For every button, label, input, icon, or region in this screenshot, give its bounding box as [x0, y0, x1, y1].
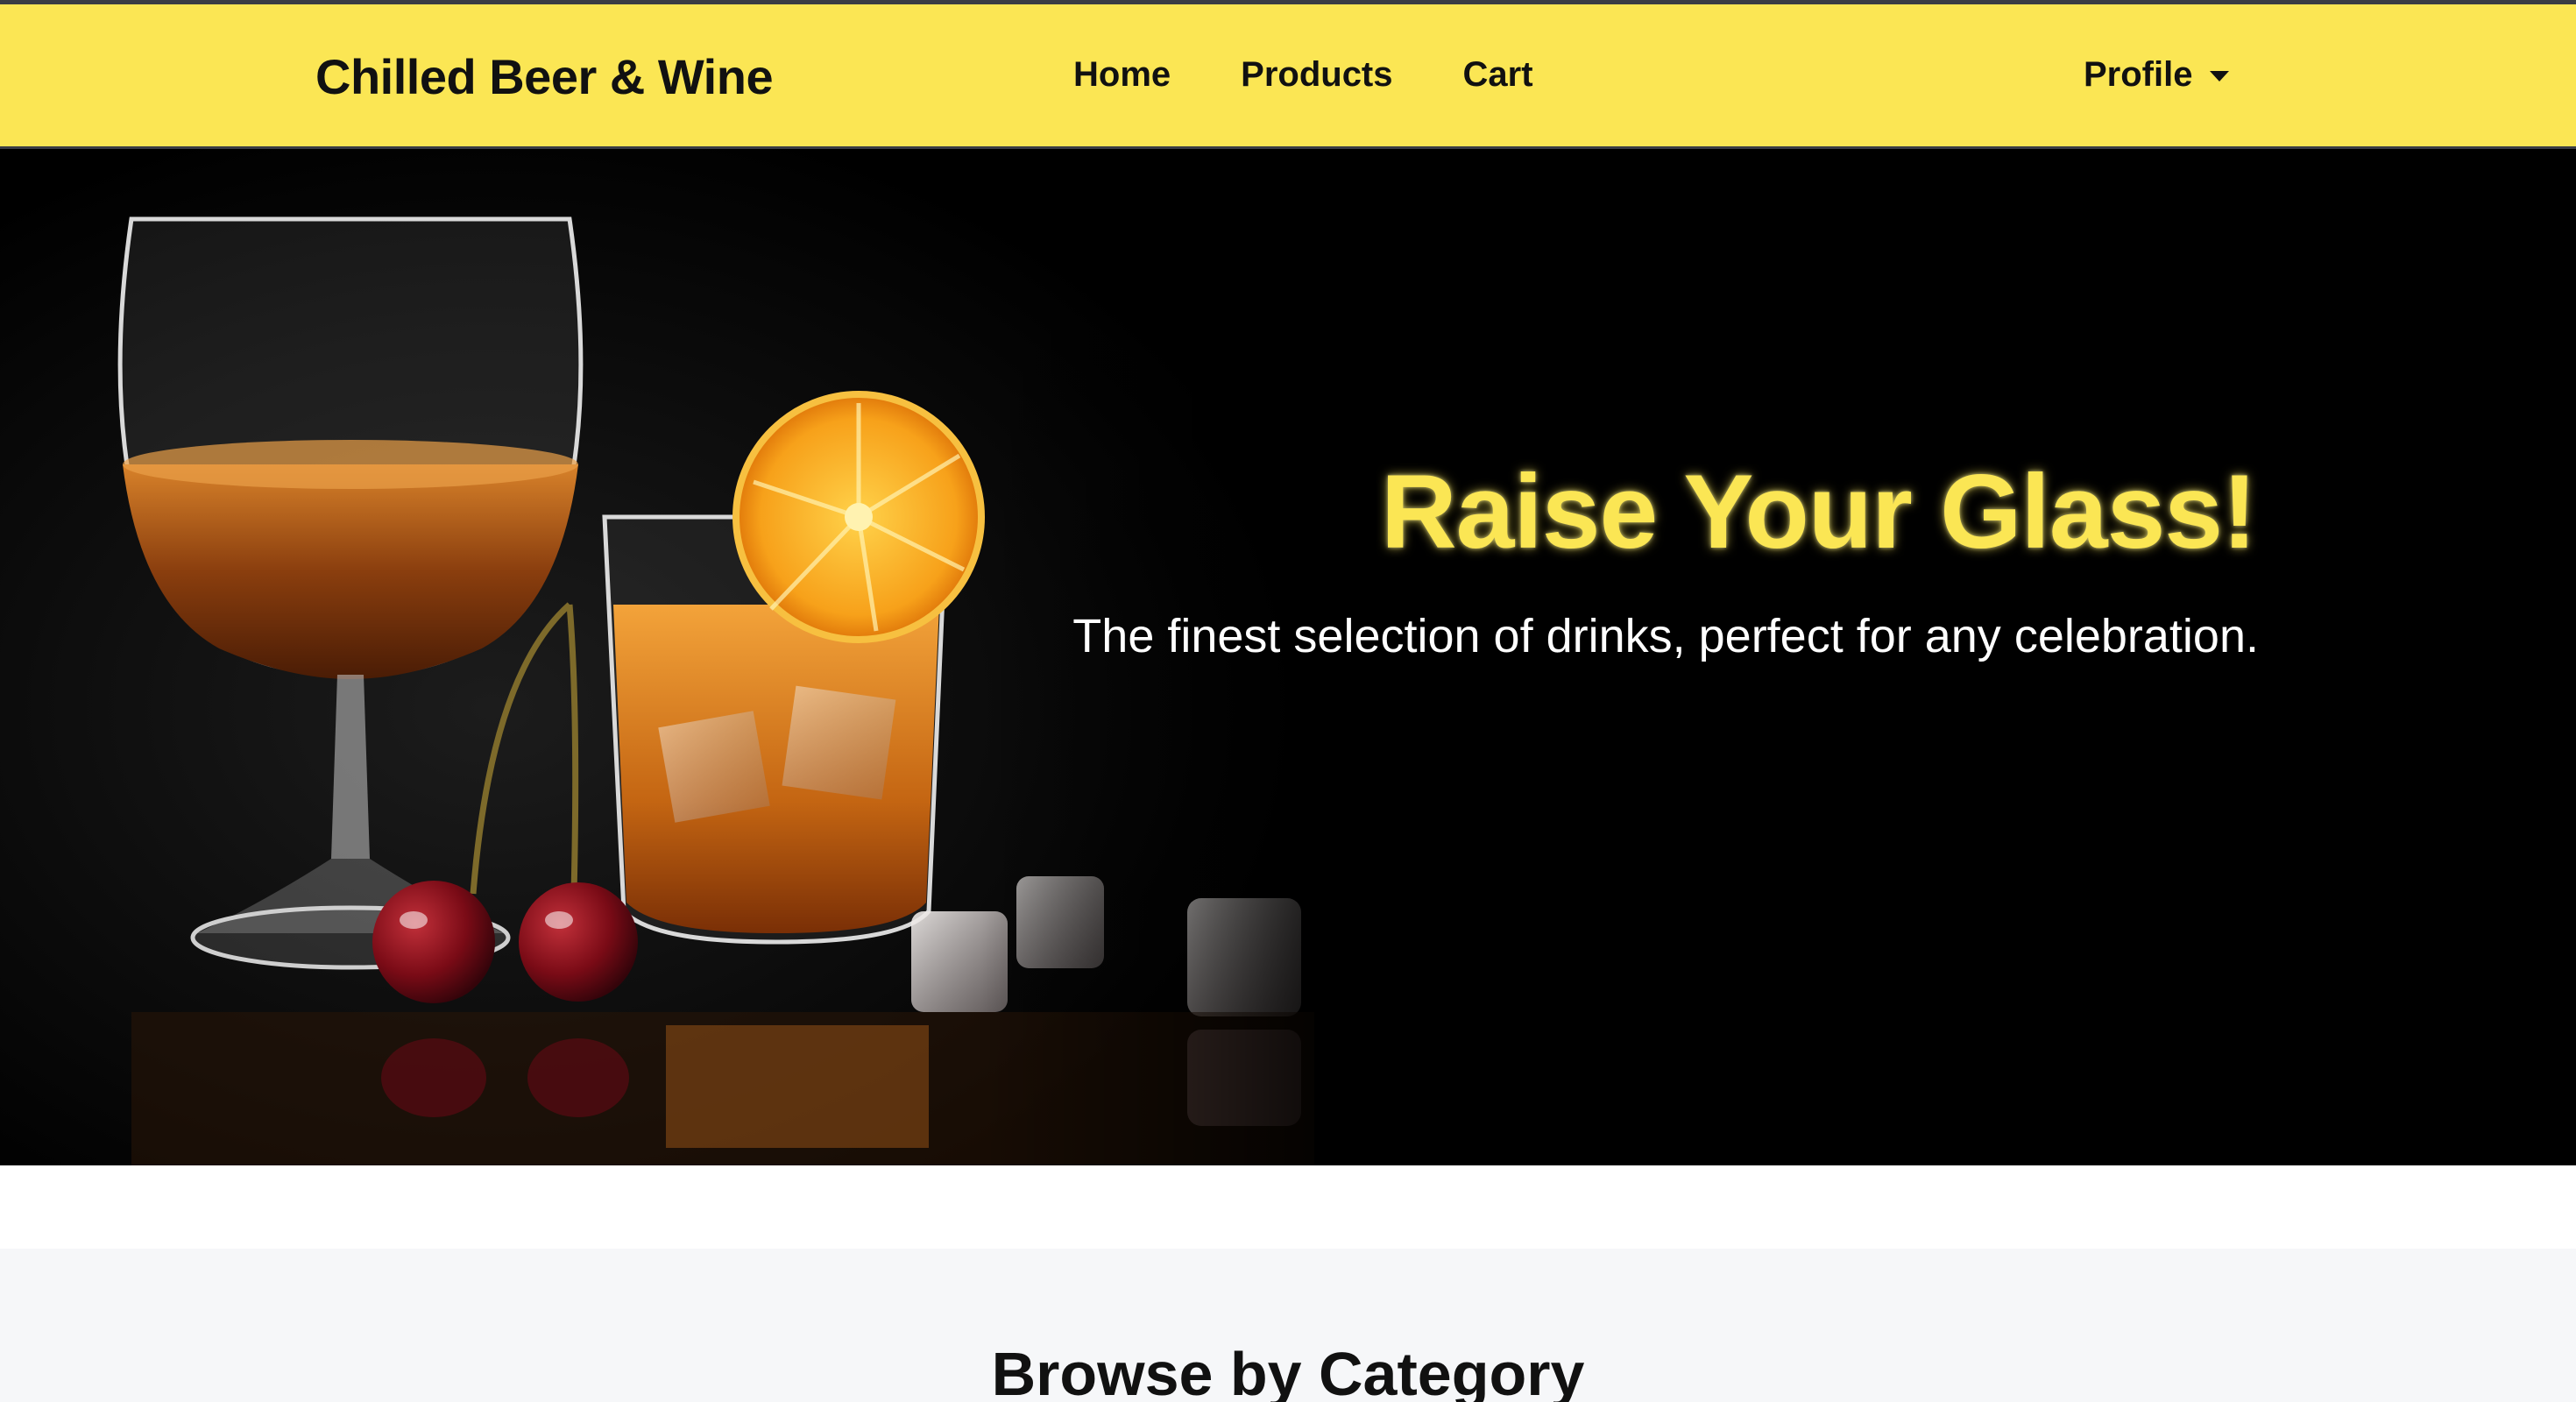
brand-logo-link[interactable]: Chilled Beer & Wine — [315, 48, 774, 105]
profile-dropdown-toggle[interactable]: Profile — [2084, 55, 2230, 95]
hero-title: Raise Your Glass! — [1380, 453, 2257, 570]
browse-categories-section: Browse by Category — [0, 1249, 2576, 1402]
caret-down-icon — [2210, 70, 2230, 81]
hero-banner: Raise Your Glass! The finest selection o… — [0, 149, 2576, 1165]
nav-link-home[interactable]: Home — [1073, 55, 1171, 95]
section-heading: Browse by Category — [991, 1340, 1585, 1402]
profile-label: Profile — [2084, 55, 2193, 94]
nav-link-products[interactable]: Products — [1241, 55, 1392, 95]
nav-link-cart[interactable]: Cart — [1463, 55, 1533, 95]
nav-links: Home Products Cart — [1073, 55, 1533, 95]
top-navbar: Chilled Beer & Wine Home Products Cart P… — [0, 0, 2576, 149]
section-spacer — [0, 1165, 2576, 1249]
hero-subtitle: The finest selection of drinks, perfect … — [1072, 610, 2259, 662]
